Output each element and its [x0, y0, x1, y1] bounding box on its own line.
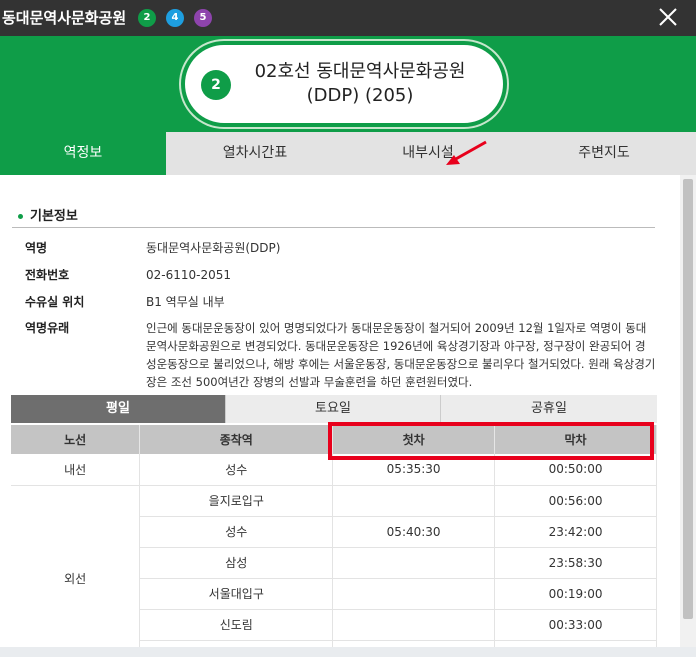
- last-train-cell: 23:42:00: [494, 516, 657, 548]
- info-value: 동대문역사문화공원(DDP): [146, 241, 281, 255]
- table-row: 외선 을지로입구 00:56:00: [11, 485, 657, 657]
- first-train-cell: [332, 485, 496, 517]
- col-destination: 종착역: [139, 425, 334, 454]
- line-cell: 내선: [11, 454, 141, 486]
- destination-cell: 삼성: [139, 547, 334, 579]
- red-arrow-annotation: [446, 140, 487, 165]
- bullet-icon: [18, 214, 23, 219]
- close-button[interactable]: [654, 3, 682, 31]
- line-4-badge[interactable]: 4: [166, 9, 184, 27]
- tab-holiday[interactable]: 공휴일: [441, 395, 657, 423]
- window-titlebar: 동대문역사문화공원 2 4 5: [0, 0, 696, 36]
- tab-nearby-map[interactable]: 주변지도: [512, 132, 696, 175]
- line-5-badge[interactable]: 5: [194, 9, 212, 27]
- station-line-badge: 2: [201, 70, 231, 100]
- first-train-cell: [332, 578, 496, 610]
- tab-station-info[interactable]: 역정보: [0, 132, 166, 175]
- line-cell: 외선: [11, 485, 141, 657]
- tab-timetable[interactable]: 열차시간표: [166, 132, 344, 175]
- destination-cell: 신도림: [139, 609, 334, 641]
- main-tabs: 역정보 열차시간표 내부시설 주변지도: [0, 132, 696, 175]
- first-train-cell: 05:40:30: [332, 516, 496, 548]
- last-train-cell: 00:19:00: [494, 578, 657, 610]
- station-info-panel: 기본정보 역명 동대문역사문화공원(DDP) 전화번호 02-6110-2051…: [0, 175, 680, 657]
- info-key: 수유실 위치: [25, 295, 85, 309]
- scrollbar-thumb[interactable]: [683, 179, 693, 619]
- tab-saturday[interactable]: 토요일: [226, 395, 441, 423]
- destination-cell: 서울대입구: [139, 578, 334, 610]
- section-divider: [12, 227, 655, 228]
- first-train-cell: [332, 547, 496, 579]
- basic-info-heading: 기본정보: [18, 205, 78, 224]
- first-train-cell: [332, 609, 496, 641]
- day-type-tabs: 평일 토요일 공휴일: [11, 395, 657, 423]
- destination-cell: 을지로입구: [139, 485, 334, 517]
- last-train-cell: 00:56:00: [494, 485, 657, 517]
- info-key: 역명유래: [25, 321, 70, 335]
- station-title-line2: (DDP) (205): [306, 85, 414, 106]
- window-title: 동대문역사문화공원: [2, 9, 127, 27]
- info-value: B1 역무실 내부: [146, 295, 225, 309]
- close-icon: [659, 8, 677, 26]
- last-train-cell: 00:33:00: [494, 609, 657, 641]
- station-title: 02호선 동대문역사문화공원 (DDP) (205): [240, 60, 480, 108]
- info-value: 인근에 동대문운동장이 있어 명명되었다가 동대문운동장이 철거되어 2009년…: [146, 321, 656, 389]
- last-train-cell: 23:58:30: [494, 547, 657, 579]
- background-map-strip: [0, 647, 696, 657]
- highlight-box-annotation: [328, 422, 654, 460]
- info-key: 역명: [25, 241, 48, 255]
- info-value: 02-6110-2051: [146, 268, 232, 282]
- destination-cell: 성수: [139, 454, 334, 486]
- info-key: 전화번호: [25, 268, 70, 282]
- tab-weekday[interactable]: 평일: [11, 395, 226, 423]
- destination-cell: 성수: [139, 516, 334, 548]
- vertical-scrollbar[interactable]: [680, 175, 696, 657]
- line-2-badge[interactable]: 2: [138, 9, 156, 27]
- col-line: 노선: [11, 425, 141, 454]
- station-title-line1: 02호선 동대문역사문화공원: [254, 61, 466, 82]
